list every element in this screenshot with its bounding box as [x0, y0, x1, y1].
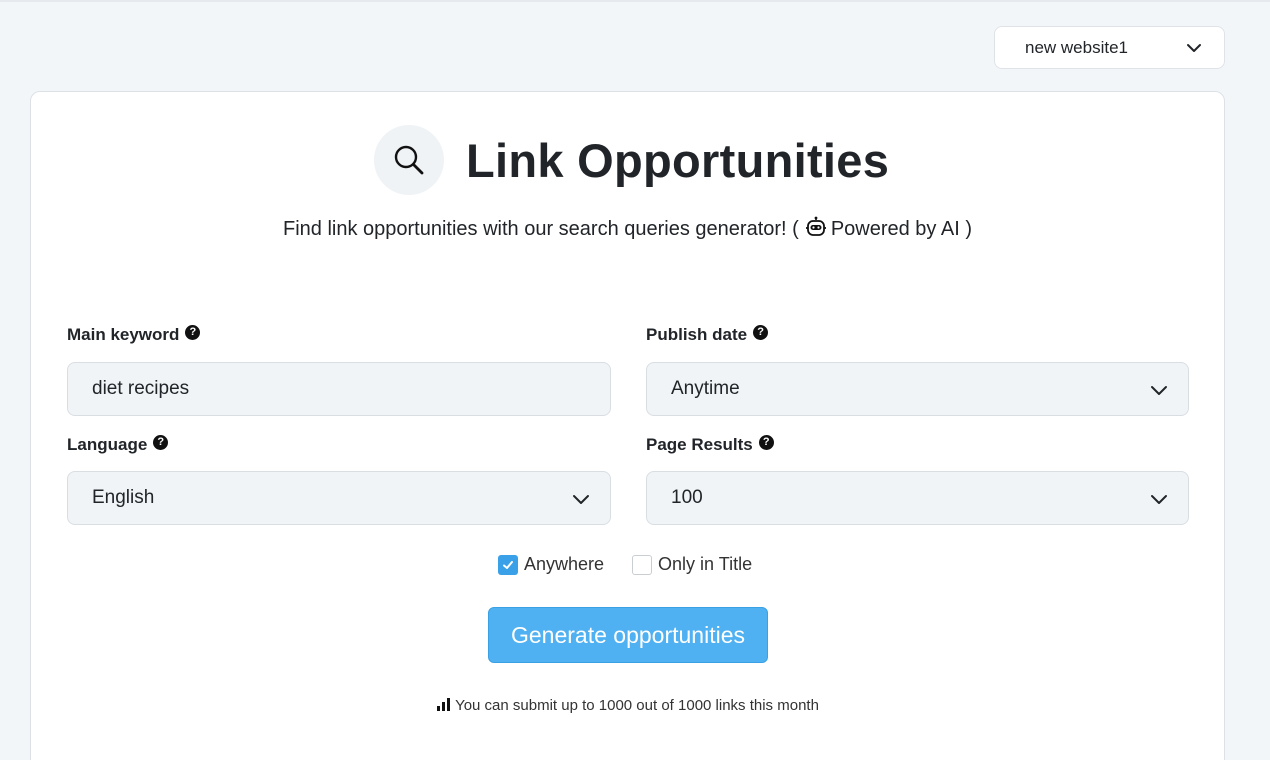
page-results-select[interactable]: 100: [646, 471, 1189, 525]
anywhere-label: Anywhere: [524, 554, 605, 574]
publish-date-value: Anytime: [671, 378, 740, 399]
language-label-text: Language: [67, 435, 148, 454]
quota-text: You can submit up to 1000 out of 1000 li…: [455, 697, 819, 714]
page-results-label: Page Results ?: [646, 434, 774, 455]
only-in-title-label: Only in Title: [658, 554, 753, 574]
page-results-label-text: Page Results: [646, 435, 753, 454]
main-card: Link Opportunities Find link opportuniti…: [30, 91, 1225, 760]
search-icon-badge: [374, 125, 444, 195]
language-label: Language ?: [67, 434, 169, 455]
search-icon: [394, 145, 424, 175]
generate-button-label: Generate opportunities: [511, 621, 745, 648]
publish-date-label: Publish date ?: [646, 324, 769, 345]
quota-notice: You can submit up to 1000 out of 1000 li…: [31, 697, 1224, 714]
chevron-down-icon: [1151, 495, 1167, 504]
help-icon[interactable]: ?: [758, 434, 774, 450]
top-divider: [0, 0, 1270, 2]
main-keyword-value: diet recipes: [92, 378, 190, 399]
main-keyword-label-text: Main keyword: [67, 325, 180, 344]
anywhere-checkbox[interactable]: [498, 554, 518, 575]
website-select[interactable]: new website1: [994, 26, 1225, 69]
page-results-value: 100: [671, 487, 703, 508]
help-icon[interactable]: ?: [753, 324, 769, 340]
main-keyword-input[interactable]: diet recipes: [67, 362, 611, 416]
only-in-title-option[interactable]: Only in Title: [632, 554, 752, 575]
generate-opportunities-button[interactable]: Generate opportunities: [488, 607, 768, 663]
bar-chart-icon: [437, 698, 451, 711]
chevron-down-icon: [1187, 44, 1201, 52]
anywhere-option[interactable]: Anywhere: [498, 554, 604, 575]
publish-date-select[interactable]: Anytime: [646, 362, 1189, 416]
chevron-down-icon: [573, 495, 589, 504]
match-options: Anywhere Only in Title: [498, 554, 752, 575]
page-header: Link Opportunities: [374, 125, 889, 195]
chevron-down-icon: [1151, 386, 1167, 395]
publish-date-label-text: Publish date: [646, 325, 748, 344]
subtitle-ai-text: Powered by AI ): [830, 218, 972, 240]
only-in-title-checkbox[interactable]: [632, 554, 653, 575]
language-value: English: [92, 487, 155, 508]
page-title: Link Opportunities: [466, 133, 890, 187]
check-icon: [503, 560, 513, 569]
website-select-value: new website1: [1025, 37, 1129, 57]
subtitle-text: Find link opportunities with our search …: [282, 218, 799, 240]
help-icon[interactable]: ?: [185, 324, 201, 340]
help-icon[interactable]: ?: [153, 434, 169, 450]
language-select[interactable]: English: [67, 471, 611, 525]
page-subtitle: Find link opportunities with our search …: [31, 216, 1224, 241]
robot-icon: [805, 216, 826, 236]
main-keyword-label: Main keyword ?: [67, 324, 201, 345]
